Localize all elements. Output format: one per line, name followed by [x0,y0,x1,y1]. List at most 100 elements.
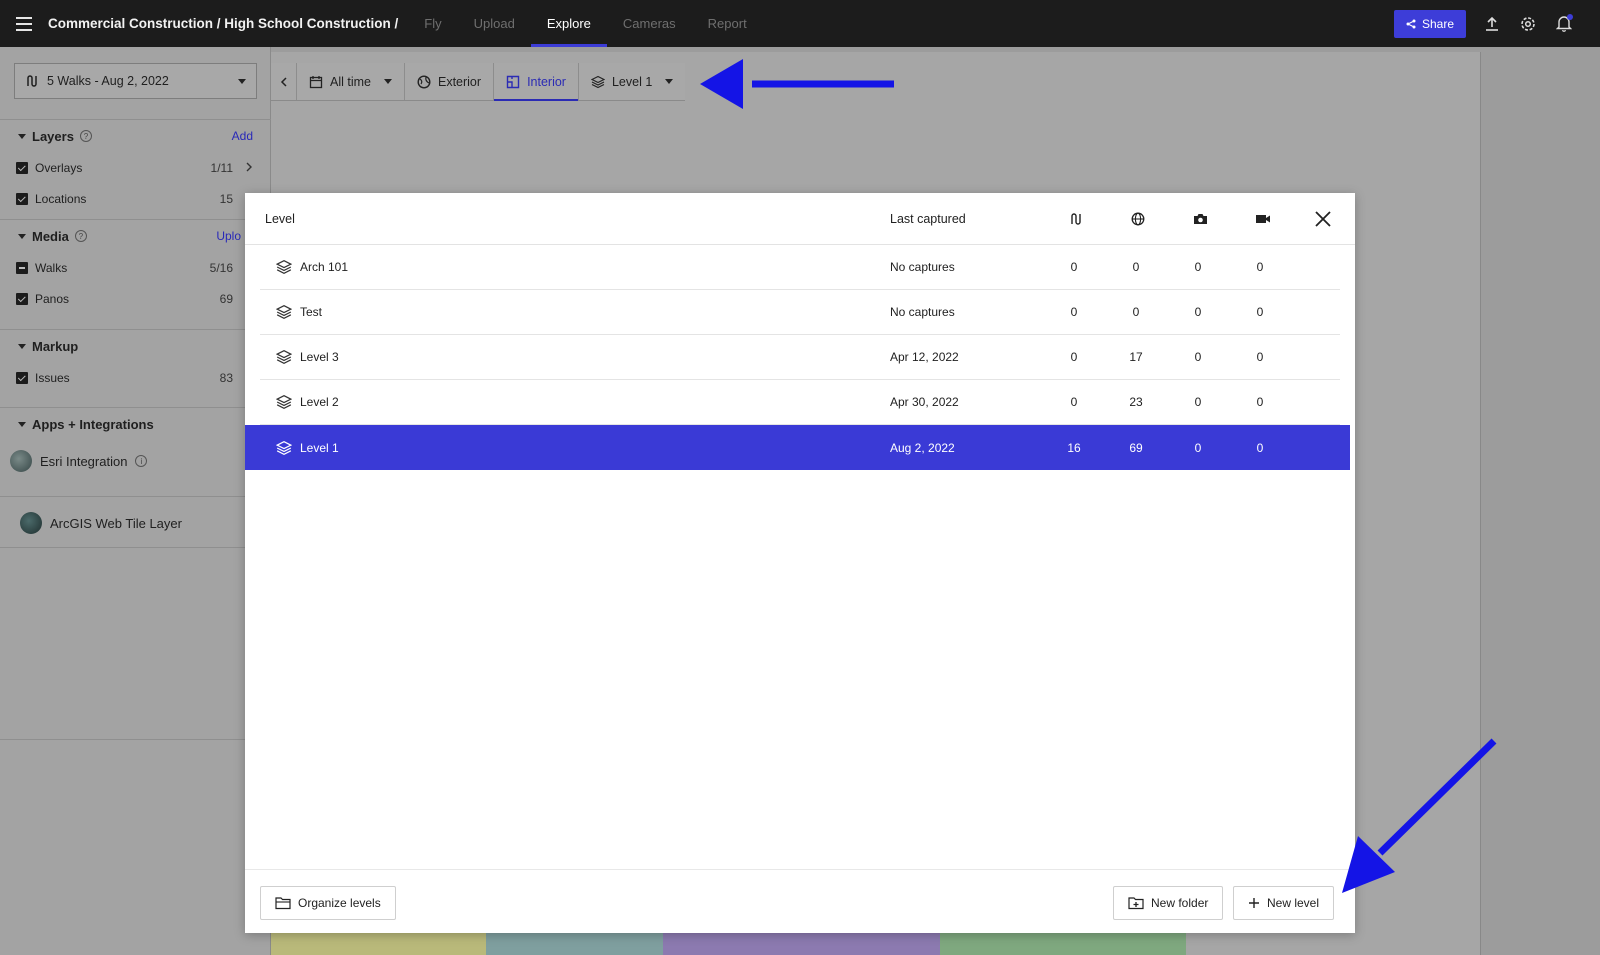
checkbox-checked[interactable] [16,161,28,174]
level-last-captured: No captures [890,305,955,319]
level-walks-count: 0 [1070,260,1078,274]
level-label: Level 1 [611,74,653,89]
breadcrumb[interactable]: Commercial Construction / High School Co… [48,16,398,31]
media-label: Panos [35,291,70,306]
level-name: Level 3 [300,350,339,364]
help-icon[interactable]: ? [74,230,87,242]
collapse-triangle-icon [18,133,26,139]
layer-item-locations[interactable]: Locations 15 [0,183,271,214]
collapse-sidebar-button[interactable] [271,63,297,100]
add-layer-link[interactable]: Add [232,129,253,143]
close-icon[interactable] [1313,209,1333,229]
level-list: Arch 101 No captures 0 0 0 0 Test No cap… [245,245,1350,470]
arcgis-logo [20,512,42,534]
folder-icon [275,897,291,910]
layer-count: 1/11 [210,160,233,175]
gear-icon[interactable] [1518,14,1538,34]
markup-label: Issues [35,370,70,385]
tab-fly[interactable]: Fly [408,0,457,47]
plus-icon [1249,898,1259,908]
exterior-view-button[interactable]: Exterior [405,63,495,100]
layer-count: 15 [219,191,233,206]
col-header-last-captured: Last captured [890,211,966,226]
globe-icon [417,74,431,89]
interior-label: Interior [527,74,566,89]
markup-section: Markup Issues 83 [0,329,271,393]
media-label: Walks [35,260,68,275]
checkbox-checked[interactable] [16,292,28,305]
media-item-walks[interactable]: Walks 5/16 [0,252,271,283]
view-toolbar: All time Exterior Interior Level 1 [271,63,686,101]
upload-icon[interactable] [1482,14,1502,34]
level-walks-count: 0 [1070,350,1078,364]
interior-view-button[interactable]: Interior [494,63,579,101]
esri-integration-item[interactable]: Esri Integration i [0,440,271,482]
col-header-level: Level [265,211,295,226]
markup-item-issues[interactable]: Issues 83 [0,362,271,393]
walk-path-icon [27,75,37,87]
level-row[interactable]: Level 2 Apr 30, 2022 0 23 0 0 [260,380,1340,425]
apps-header[interactable]: Apps + Integrations [0,408,271,440]
level-photos-count: 0 [1194,260,1202,274]
chevron-down-icon [665,79,674,84]
tab-upload[interactable]: Upload [458,0,531,47]
level-name: Arch 101 [300,260,349,274]
tab-report[interactable]: Report [692,0,763,47]
checkbox-checked[interactable] [16,371,28,384]
time-filter-button[interactable]: All time [297,63,405,100]
integration-label: Esri Integration [40,453,128,469]
new-folder-label: New folder [1151,896,1209,910]
media-title: Media [32,228,69,244]
level-last-captured: Aug 2, 2022 [890,440,955,455]
layer-item-overlays[interactable]: Overlays 1/11 [0,152,271,183]
upload-media-link[interactable]: Uplo [216,229,241,243]
help-icon[interactable]: ? [79,130,92,142]
collapse-triangle-icon [18,343,26,349]
level-row[interactable]: Arch 101 No captures 0 0 0 0 [260,245,1340,290]
walk-select-dropdown[interactable]: 5 Walks - Aug 2, 2022 [14,63,257,99]
globe-icon [1131,193,1145,244]
organize-levels-button[interactable]: Organize levels [260,886,396,920]
walk-path-icon [1069,193,1083,244]
checkbox-partial[interactable] [16,261,28,274]
level-walks-count: 0 [1070,395,1078,409]
chevron-right-icon[interactable] [245,161,253,175]
level-panos-count: 17 [1129,350,1143,364]
new-folder-button[interactable]: New folder [1113,886,1224,920]
tab-cameras[interactable]: Cameras [607,0,692,47]
arcgis-label: ArcGIS Web Tile Layer [50,515,182,531]
media-header[interactable]: Media ? Uplo [0,220,271,252]
level-photos-count: 0 [1194,440,1202,455]
apps-title: Apps + Integrations [32,416,154,432]
level-walks-count: 0 [1070,305,1078,319]
nav-tabs: Fly Upload Explore Cameras Report [408,0,762,47]
esri-logo [10,450,32,472]
level-row[interactable]: Level 3 Apr 12, 2022 0 17 0 0 [260,335,1340,380]
layers-header[interactable]: Layers ? Add [0,120,271,152]
media-section: Media ? Uplo Walks 5/16 Panos 69 [0,219,271,314]
level-name: Level 1 [300,440,339,455]
sidebar-divider [0,739,271,740]
level-photos-count: 0 [1194,305,1202,319]
arcgis-section: ArcGIS Web Tile Layer [0,496,271,548]
level-manager-dialog: Level Last captured Arch 101 No captures… [245,193,1355,933]
share-label: Share [1421,16,1454,31]
menu-icon[interactable] [0,0,48,47]
level-select-button[interactable]: Level 1 [579,63,685,100]
bell-icon[interactable] [1554,13,1574,34]
apps-section: Apps + Integrations Esri Integration i [0,407,271,482]
arcgis-layer-item[interactable]: ArcGIS Web Tile Layer [0,497,271,549]
checkbox-checked[interactable] [16,192,28,205]
new-level-button[interactable]: New level [1233,886,1335,920]
share-button[interactable]: Share [1393,9,1466,38]
markup-header[interactable]: Markup [0,330,271,362]
level-panos-count: 0 [1132,260,1140,274]
level-row-selected[interactable]: Level 1 Aug 2, 2022 16 69 0 0 [245,425,1350,470]
tab-explore[interactable]: Explore [530,0,607,47]
info-icon[interactable]: i [135,455,148,467]
media-item-panos[interactable]: Panos 69 [0,283,271,314]
level-row[interactable]: Test No captures 0 0 0 0 [260,290,1340,335]
level-name: Test [300,305,323,319]
level-videos-count: 0 [1256,260,1264,274]
layers-icon [590,75,605,88]
